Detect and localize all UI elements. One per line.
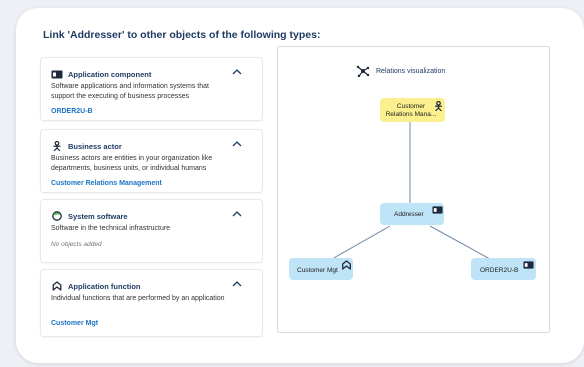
panel-title: Business actor: [68, 141, 122, 151]
application-component-icon: [51, 69, 63, 79]
application-component-icon: [523, 261, 534, 269]
panel-title: Application component: [68, 69, 152, 79]
application-component-icon: [432, 206, 443, 214]
panel-header[interactable]: Application function: [51, 281, 141, 291]
panel-description: Software in the technical infrastructure: [51, 225, 171, 232]
system-software-icon: [51, 211, 63, 221]
empty-state-text: No objects added: [51, 241, 102, 248]
panel-title: System software: [68, 211, 128, 221]
business-actor-icon: [435, 101, 442, 111]
chevron-up-icon[interactable]: [231, 67, 243, 77]
chevron-up-icon[interactable]: [231, 139, 243, 149]
panel-title: Application function: [68, 281, 141, 291]
business-actor-icon: [51, 141, 63, 151]
edge-center-function: [331, 225, 391, 260]
node-application-function[interactable]: Customer Mgt: [289, 258, 353, 280]
node-application-component[interactable]: ORDER2U-B: [471, 258, 536, 280]
panel-header[interactable]: Business actor: [51, 141, 122, 151]
panel-header[interactable]: Application component: [51, 69, 151, 79]
application-function-icon: [51, 281, 63, 291]
panel-system-software: System software Software in the technica…: [41, 200, 262, 262]
page-title: Link 'Addresser' to other objects of the…: [43, 29, 321, 41]
panel-application-function: Application function Individual function…: [41, 270, 262, 336]
panel-header[interactable]: System software: [51, 211, 128, 221]
application-function-icon: [342, 260, 351, 270]
relations-visualization-panel: Relations visualization Customer Relatio…: [277, 46, 550, 333]
chevron-up-icon[interactable]: [231, 209, 243, 219]
node-label: Addresser: [394, 211, 424, 218]
node-addresser[interactable]: Addresser: [380, 203, 444, 225]
node-label: Customer Relations Mana...: [385, 103, 437, 118]
linked-object-link[interactable]: Customer Mgt: [51, 320, 98, 327]
panel-application-component: Application component Software applicati…: [41, 58, 262, 120]
node-label: ORDER2U-B: [480, 267, 519, 274]
panel-description: Software applications and information sy…: [51, 83, 209, 100]
panel-business-actor: Business actor Business actors are entit…: [41, 130, 262, 192]
linked-object-link[interactable]: Customer Relations Management: [51, 180, 162, 187]
edge-center-component: [429, 225, 491, 260]
relation-edges: [331, 121, 491, 260]
panel-description: Individual functions that are performed …: [51, 295, 225, 302]
panel-description: Business actors are entities in your org…: [51, 155, 213, 172]
node-business-actor[interactable]: Customer Relations Mana...: [380, 98, 445, 122]
chevron-up-icon[interactable]: [231, 279, 243, 289]
node-label: Customer Mgt: [297, 267, 338, 274]
linked-object-link[interactable]: ORDER2U-B: [51, 108, 93, 115]
